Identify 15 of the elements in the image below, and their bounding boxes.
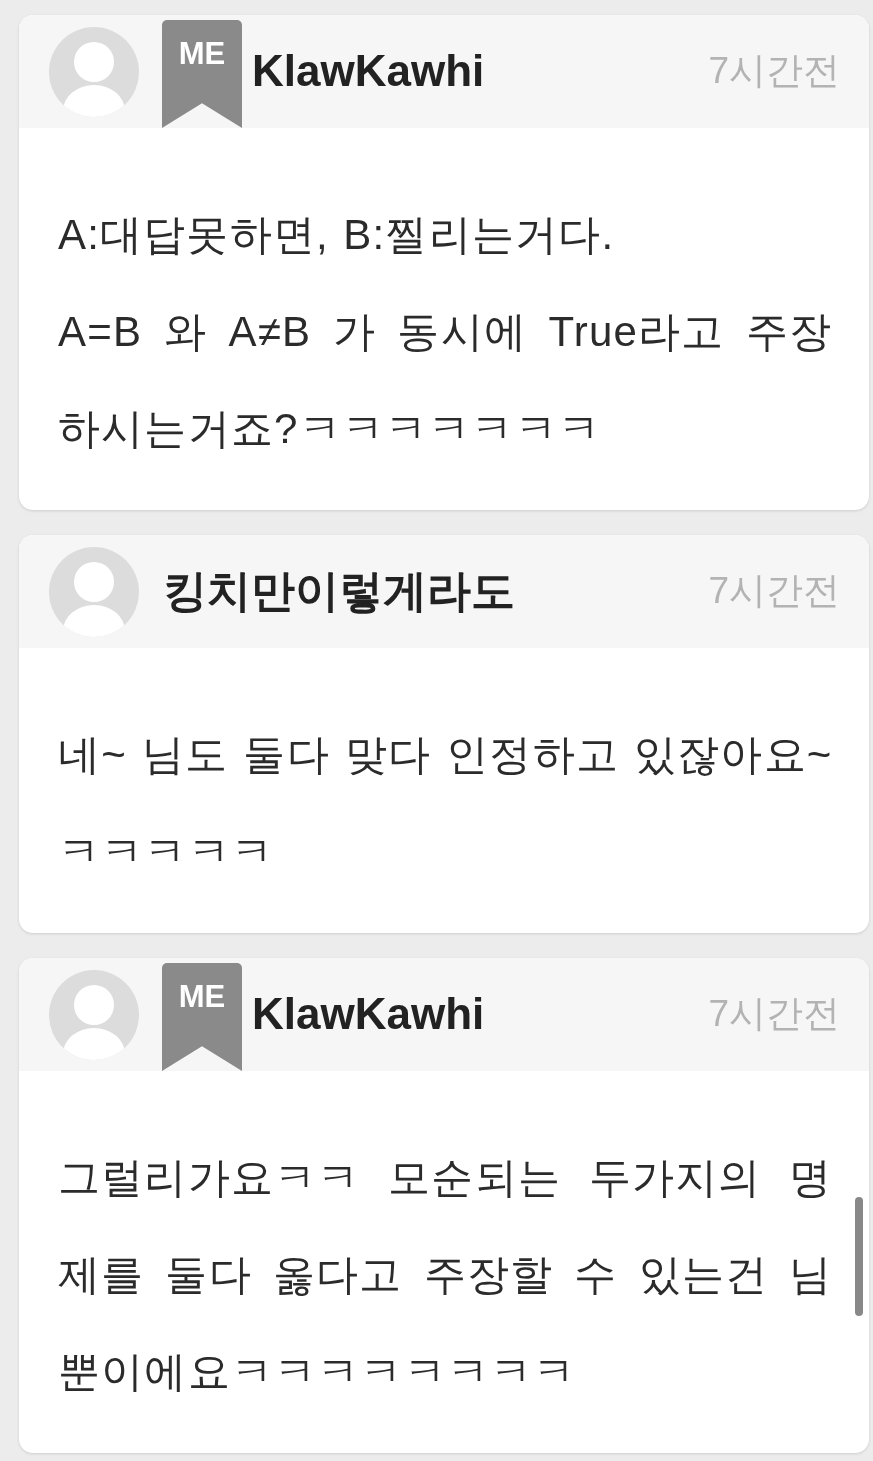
avatar-icon	[49, 969, 139, 1060]
comment-time: 7시간전	[708, 992, 840, 1037]
comment-text: 그럴리가요ㅋㅋ 모순되는 두가지의 명제를 둘다 옳다고 주장할 수 있는건 님뿐이에요ㅋㅋㅋㅋㅋㅋㅋㅋ	[58, 1153, 833, 1397]
me-badge: ME	[162, 963, 242, 1071]
avatar-icon	[49, 26, 139, 117]
comment-time: 7시간전	[708, 49, 840, 94]
author-name[interactable]: KlawKawhi	[252, 45, 485, 98]
author-name[interactable]: 킹치만이렇게라도	[163, 565, 515, 618]
avatar-icon	[49, 546, 139, 637]
comment-text: 네~ 님도 둘다 맞다 인정하고 있잖아요~ ㅋㅋㅋㅋㅋ	[58, 730, 833, 877]
scrollbar-thumb[interactable]	[855, 1197, 863, 1316]
author-name[interactable]: KlawKawhi	[252, 988, 485, 1041]
me-badge: ME	[162, 20, 242, 128]
comment-text: A:대답못하면, B:찔리는거다. A=B 와 A≠B 가 동시에 True라고 주장하시는거죠?ㅋㅋㅋㅋㅋㅋㅋ	[58, 210, 833, 454]
comment-time: 7시간전	[708, 569, 840, 614]
